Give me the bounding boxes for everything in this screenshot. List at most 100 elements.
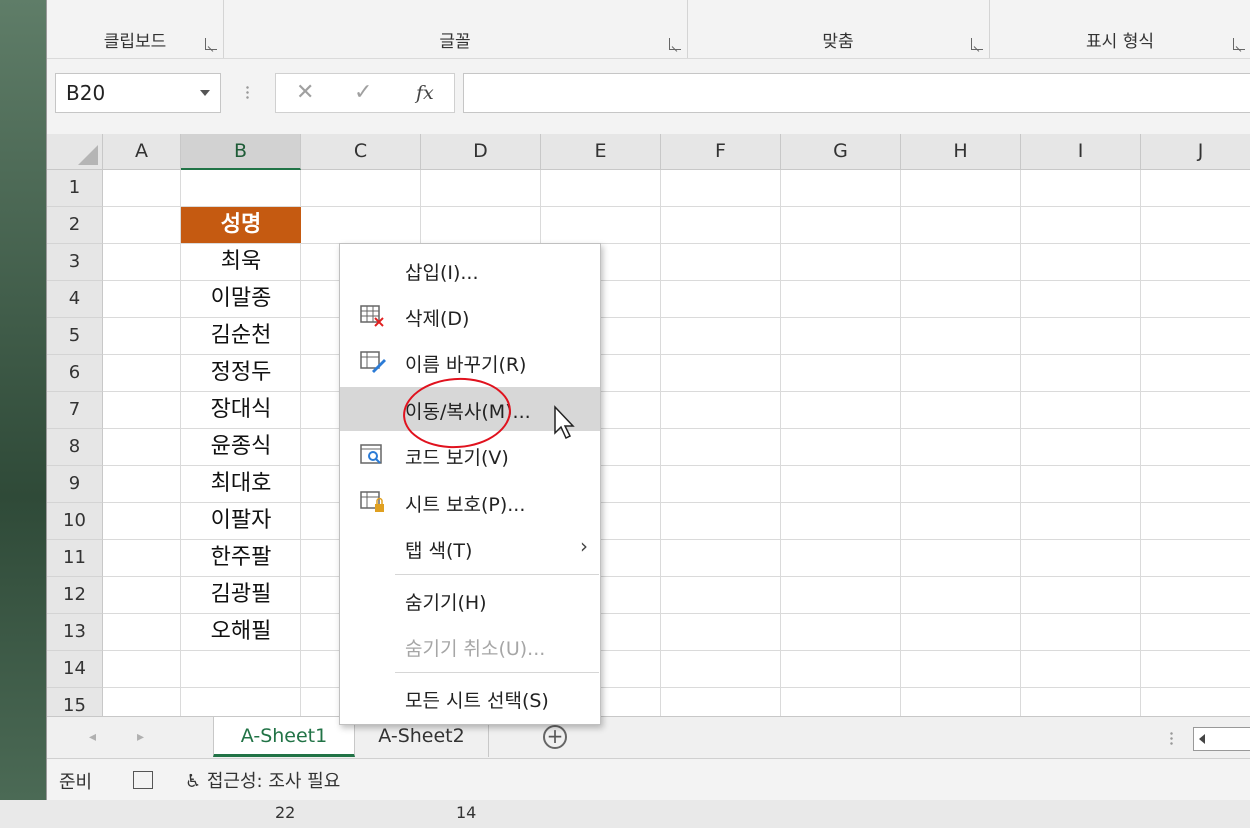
row-header-3[interactable]: 3 bbox=[47, 244, 103, 281]
menu-item-label: 모든 시트 선택(S) bbox=[405, 690, 549, 712]
menu-item[interactable]: 삽입(I)... bbox=[340, 248, 600, 292]
add-sheet-icon[interactable]: + bbox=[543, 725, 567, 749]
menu-item-label: 시트 보호(P)... bbox=[405, 494, 526, 516]
row-header-5[interactable]: 5 bbox=[47, 318, 103, 355]
view-code-icon bbox=[360, 443, 384, 465]
menu-item[interactable]: 탭 색(T) › bbox=[340, 526, 600, 570]
column-header-g[interactable]: G bbox=[781, 134, 901, 170]
menu-item-label: 삽입(I)... bbox=[405, 262, 479, 284]
row-header-10[interactable]: 10 bbox=[47, 503, 103, 540]
column-header-d[interactable]: D bbox=[421, 134, 541, 170]
menu-separator bbox=[395, 672, 599, 673]
enter-check-icon[interactable]: ✓ bbox=[354, 80, 372, 105]
header-cell-name[interactable]: 성명 bbox=[181, 207, 301, 243]
table-cell[interactable]: 오해필 bbox=[181, 614, 301, 650]
delete-sheet-icon bbox=[360, 304, 384, 327]
grid-line bbox=[1020, 170, 1021, 716]
table-cell[interactable]: 윤종식 bbox=[181, 429, 301, 465]
horizontal-scrollbar[interactable] bbox=[1193, 727, 1250, 751]
dialog-launcher-icon[interactable] bbox=[971, 38, 983, 50]
table-cell[interactable]: 최대호 bbox=[181, 466, 301, 502]
cancel-icon[interactable]: ✕ bbox=[296, 80, 314, 105]
background-row-label: 14 bbox=[456, 803, 477, 822]
row-header-2[interactable]: 2 bbox=[47, 207, 103, 244]
chevron-down-icon[interactable] bbox=[200, 90, 210, 96]
dialog-launcher-icon[interactable] bbox=[669, 38, 681, 50]
column-header-i[interactable]: I bbox=[1021, 134, 1141, 170]
table-cell[interactable]: 정정두 bbox=[181, 355, 301, 391]
table-cell[interactable]: 장대식 bbox=[181, 392, 301, 428]
grip-icon[interactable] bbox=[1170, 731, 1173, 747]
row-header-4[interactable]: 4 bbox=[47, 281, 103, 318]
ribbon-group-alignment: 맞춤 bbox=[687, 0, 990, 58]
dialog-launcher-icon[interactable] bbox=[1233, 38, 1245, 50]
column-header-h[interactable]: H bbox=[901, 134, 1021, 170]
grip-icon[interactable] bbox=[246, 85, 249, 101]
sheet-tab-bar: ◂ ▸ A-Sheet1 A-Sheet2 + bbox=[47, 716, 1250, 759]
formula-buttons: ✕ ✓ fx bbox=[275, 73, 455, 113]
row-header-1[interactable]: 1 bbox=[47, 170, 103, 207]
name-box-value: B20 bbox=[66, 81, 106, 105]
ribbon-group-clipboard: 클립보드 bbox=[47, 0, 224, 58]
column-header-c[interactable]: C bbox=[301, 134, 421, 170]
scroll-left-icon[interactable] bbox=[1199, 734, 1205, 744]
row-header-7[interactable]: 7 bbox=[47, 392, 103, 429]
worksheet-grid[interactable]: ABCDEFGHIJ 1 2 3 4 5 6 7 8 9 10 11 12 13 14 15 성명 최욱 이말종… bbox=[47, 134, 1250, 716]
grid-line bbox=[103, 687, 1250, 688]
desktop-background bbox=[0, 0, 46, 828]
row-header-8[interactable]: 8 bbox=[47, 429, 103, 466]
menu-item: 숨기기 취소(U)... bbox=[340, 624, 600, 668]
tab-scroll-right-icon[interactable]: ▸ bbox=[137, 729, 144, 745]
ribbon-group-font: 글꼴 bbox=[223, 0, 688, 58]
ribbon-group-label: 글꼴 bbox=[439, 32, 471, 52]
row-header-13[interactable]: 13 bbox=[47, 614, 103, 651]
ribbon: 클립보드 글꼴 맞춤 표시 형식 bbox=[47, 0, 1250, 59]
dialog-launcher-icon[interactable] bbox=[205, 38, 217, 50]
column-header-e[interactable]: E bbox=[541, 134, 661, 170]
background-sheet-strip: 22 14 bbox=[0, 800, 1250, 828]
table-cell[interactable]: 김광필 bbox=[181, 577, 301, 613]
ribbon-group-label: 맞춤 bbox=[822, 32, 854, 52]
column-header-a[interactable]: A bbox=[103, 134, 181, 170]
accessibility-icon: ♿ bbox=[185, 771, 202, 792]
row-header-12[interactable]: 12 bbox=[47, 577, 103, 614]
grid-line bbox=[103, 650, 1250, 651]
row-header-11[interactable]: 11 bbox=[47, 540, 103, 577]
table-cell[interactable]: 최욱 bbox=[181, 244, 301, 280]
macro-record-icon[interactable] bbox=[133, 771, 153, 789]
column-header-b[interactable]: B bbox=[181, 134, 301, 170]
ribbon-group-label: 표시 형식 bbox=[1086, 32, 1154, 52]
grid-line bbox=[1140, 170, 1141, 716]
chevron-right-icon: › bbox=[580, 534, 588, 558]
column-header-j[interactable]: J bbox=[1141, 134, 1250, 170]
row-header-15[interactable]: 15 bbox=[47, 688, 103, 716]
column-header-f[interactable]: F bbox=[661, 134, 781, 170]
formula-input[interactable] bbox=[463, 73, 1250, 113]
ribbon-group-label: 클립보드 bbox=[103, 32, 167, 52]
excel-window: 클립보드 글꼴 맞춤 표시 형식 B20 ✕ ✓ fx A B C D E F … bbox=[46, 0, 1250, 800]
grid-line bbox=[780, 170, 781, 716]
accessibility-label: 접근성: 조사 필요 bbox=[206, 771, 341, 792]
select-all-button[interactable] bbox=[47, 134, 103, 170]
menu-item[interactable]: 삭제(D) bbox=[340, 294, 600, 338]
table-cell[interactable]: 김순천 bbox=[181, 318, 301, 354]
table-cell[interactable]: 한주팔 bbox=[181, 540, 301, 576]
menu-item[interactable]: 모든 시트 선택(S) bbox=[340, 676, 600, 720]
menu-separator bbox=[395, 574, 599, 575]
table-cell[interactable]: 이말종 bbox=[181, 281, 301, 317]
row-header-6[interactable]: 6 bbox=[47, 355, 103, 392]
accessibility-status[interactable]: ♿ 접근성: 조사 필요 bbox=[185, 767, 340, 793]
formula-bar: B20 ✕ ✓ fx bbox=[47, 59, 1250, 129]
menu-item-label: 숨기기 취소(U)... bbox=[405, 638, 546, 660]
row-header-14[interactable]: 14 bbox=[47, 651, 103, 688]
menu-item[interactable]: 숨기기(H) bbox=[340, 578, 600, 622]
fx-icon[interactable]: fx bbox=[416, 82, 434, 104]
grid-line bbox=[660, 170, 661, 716]
tab-a-sheet1[interactable]: A-Sheet1 bbox=[213, 717, 355, 757]
name-box[interactable]: B20 bbox=[55, 73, 221, 113]
menu-item[interactable]: 시트 보호(P)... bbox=[340, 480, 600, 524]
tab-scroll-left-icon[interactable]: ◂ bbox=[89, 729, 96, 745]
table-cell[interactable]: 이팔자 bbox=[181, 503, 301, 539]
status-bar: 준비 ♿ 접근성: 조사 필요 bbox=[47, 758, 1250, 799]
row-header-9[interactable]: 9 bbox=[47, 466, 103, 503]
